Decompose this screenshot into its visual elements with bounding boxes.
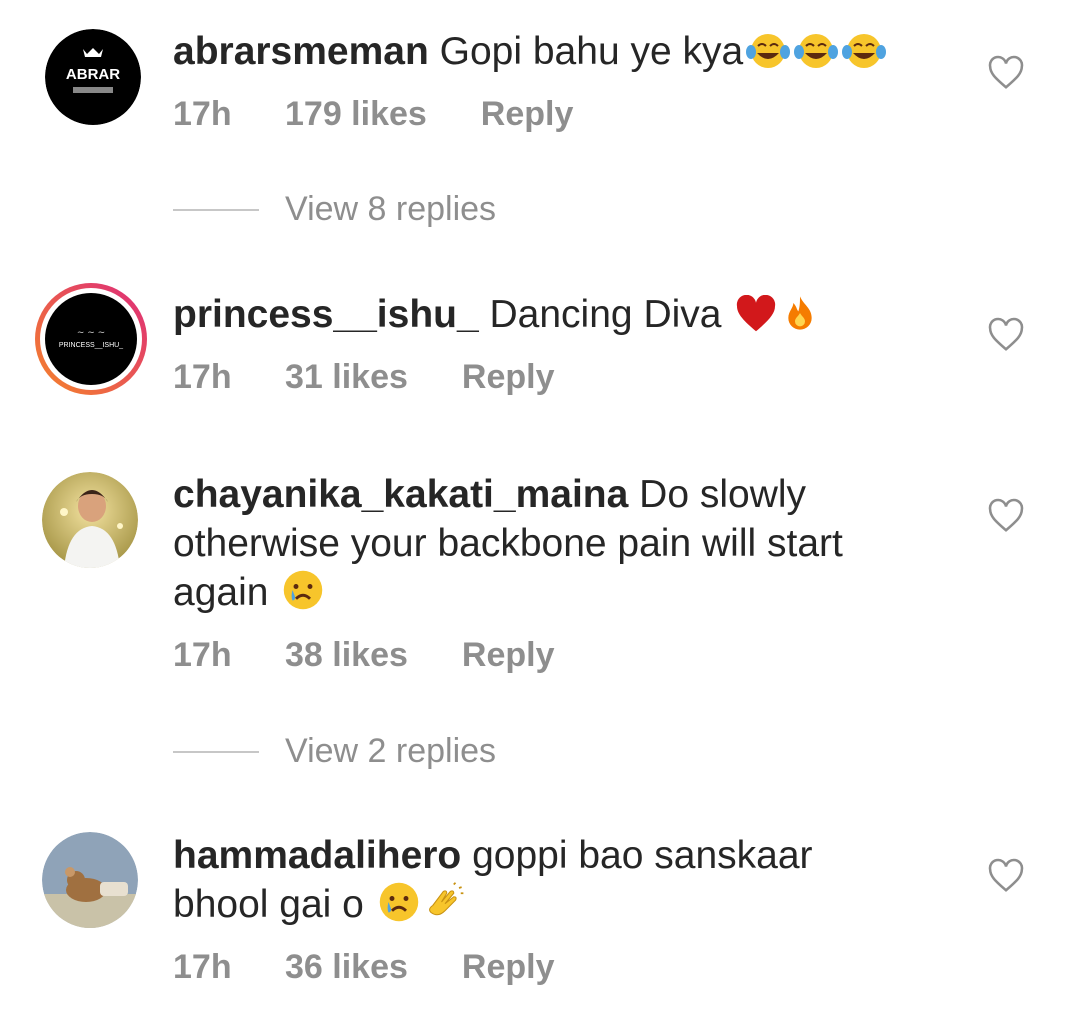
like-heart-icon[interactable] xyxy=(987,858,1025,894)
comment-meta: 17h 36 likes Reply xyxy=(173,948,554,987)
comment-text: abrarsmeman Gopi bahu ye kya xyxy=(173,27,933,82)
avatar[interactable] xyxy=(42,832,138,928)
comment-likes[interactable]: 36 likes xyxy=(285,948,408,987)
reply-button[interactable]: Reply xyxy=(462,636,555,675)
comment-username[interactable]: hammadalihero xyxy=(173,834,461,877)
crying-emoji xyxy=(377,881,421,935)
comment-meta: 17h 38 likes Reply xyxy=(173,636,554,675)
fire-emoji xyxy=(780,293,820,345)
comment-text: chayanika_kakati_maina Do slowly otherwi… xyxy=(173,470,913,623)
comment-time: 17h xyxy=(173,948,232,986)
like-heart-icon[interactable] xyxy=(987,498,1025,534)
view-replies-divider xyxy=(173,750,259,753)
avatar[interactable]: ~ ~ ~ PRINCESS__ISHU_ xyxy=(33,281,149,397)
comment-likes[interactable]: 38 likes xyxy=(285,636,408,675)
comment-text: hammadalihero goppi bao sanskaar bhool g… xyxy=(173,831,873,935)
view-replies-button[interactable]: View 8 replies xyxy=(173,190,496,229)
like-heart-icon[interactable] xyxy=(987,55,1025,91)
clapping-hands-emoji xyxy=(423,881,467,935)
svg-text:~ ~ ~: ~ ~ ~ xyxy=(77,328,105,338)
comment-text: princess__ishu_ Dancing Diva xyxy=(173,290,933,345)
comment-likes[interactable]: 179 likes xyxy=(285,95,427,134)
comment-body: Dancing Diva xyxy=(489,293,722,336)
view-replies-label: View 8 replies xyxy=(285,190,497,228)
view-replies-divider xyxy=(173,208,259,211)
joy-emoji xyxy=(841,32,887,82)
reply-button[interactable]: Reply xyxy=(462,948,555,987)
comment-meta: 17h 31 likes Reply xyxy=(173,358,554,397)
joy-emoji xyxy=(745,32,791,82)
avatar[interactable]: ABRAR xyxy=(45,29,141,125)
comment-time: 17h xyxy=(173,358,232,396)
comment-time: 17h xyxy=(173,636,232,674)
red-heart-emoji xyxy=(734,294,778,345)
joy-emoji xyxy=(793,32,839,82)
comment-username[interactable]: abrarsmeman xyxy=(173,30,429,73)
reply-button[interactable]: Reply xyxy=(481,95,574,134)
avatar-text: ABRAR xyxy=(66,66,120,83)
comment-time: 17h xyxy=(173,95,232,133)
comment-meta: 17h 179 likes Reply xyxy=(173,95,573,134)
view-replies-label: View 2 replies xyxy=(285,732,497,770)
comment-body: Gopi bahu ye kya xyxy=(439,30,744,73)
like-heart-icon[interactable] xyxy=(987,317,1025,353)
avatar-text: PRINCESS__ISHU_ xyxy=(59,342,123,349)
comment-likes[interactable]: 31 likes xyxy=(285,358,408,397)
crying-emoji xyxy=(281,569,325,623)
view-replies-button[interactable]: View 2 replies xyxy=(173,732,496,771)
comment-username[interactable]: chayanika_kakati_maina xyxy=(173,473,628,516)
comment-username[interactable]: princess__ishu_ xyxy=(173,293,479,336)
reply-button[interactable]: Reply xyxy=(462,358,555,397)
avatar[interactable] xyxy=(42,472,138,568)
